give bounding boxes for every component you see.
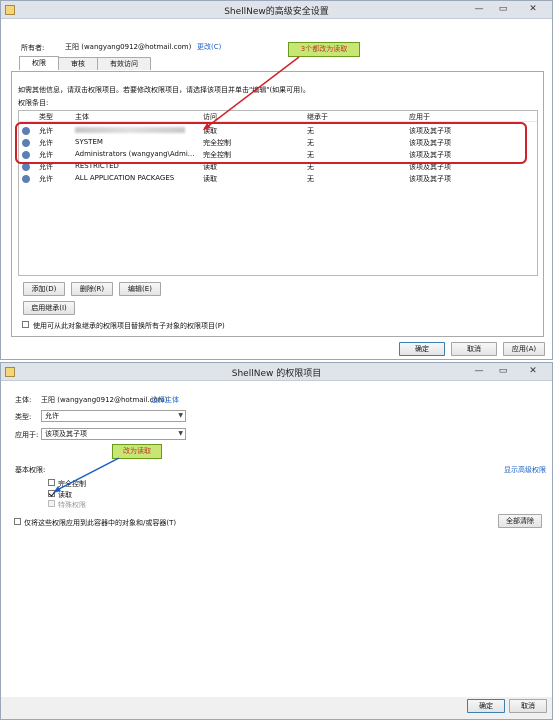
owner-change-link[interactable]: 更改(C) bbox=[197, 42, 221, 52]
col-access[interactable]: 访问 bbox=[203, 112, 217, 122]
read-checkbox[interactable] bbox=[48, 490, 55, 497]
col-applies-to[interactable]: 应用于 bbox=[409, 112, 430, 122]
basic-permissions-label: 基本权限: bbox=[15, 466, 46, 474]
table-row[interactable]: 允许 ALL APPLICATION PACKAGES 读取 无 该项及其子项 bbox=[19, 173, 537, 185]
annotation-callout: 改为读取 bbox=[112, 444, 162, 459]
row-access: 读取 bbox=[203, 175, 217, 183]
close-icon[interactable]: ✕ bbox=[520, 3, 546, 15]
advanced-security-window: ShellNew的高级安全设置 — ▭ ✕ 所有者: 王阳 (wangyang0… bbox=[0, 0, 553, 360]
row-type: 允许 bbox=[39, 175, 53, 183]
window-title: ShellNew 的权限项目 bbox=[231, 369, 322, 379]
tab-effective-access[interactable]: 有效访问 bbox=[97, 57, 151, 70]
row-principal: ALL APPLICATION PACKAGES bbox=[75, 174, 175, 182]
table-header: 类型 主体 访问 继承于 应用于 bbox=[19, 111, 537, 122]
tab-permissions[interactable]: 权限 bbox=[19, 56, 59, 70]
special-permissions-checkbox bbox=[48, 500, 55, 507]
close-icon[interactable]: ✕ bbox=[520, 365, 546, 377]
chevron-down-icon: ▼ bbox=[178, 430, 183, 437]
tab-auditing[interactable]: 审核 bbox=[58, 57, 98, 70]
cancel-button[interactable]: 取消 bbox=[451, 342, 497, 356]
owner-label: 所有者: bbox=[21, 44, 45, 52]
window-title: ShellNew的高级安全设置 bbox=[224, 7, 329, 17]
annotation-callout: 3个都改为读取 bbox=[288, 42, 360, 57]
col-principal[interactable]: 主体 bbox=[75, 112, 89, 122]
full-control-checkbox[interactable] bbox=[48, 479, 55, 486]
edit-button[interactable]: 编辑(E) bbox=[119, 282, 161, 296]
maximize-icon[interactable]: ▭ bbox=[496, 365, 510, 377]
read-label: 读取 bbox=[58, 491, 72, 499]
applies-to-select[interactable]: 该项及其子项 ▼ bbox=[41, 428, 186, 440]
type-select-value: 允许 bbox=[45, 412, 59, 420]
clear-all-button[interactable]: 全部清除 bbox=[498, 514, 542, 528]
group-icon bbox=[22, 163, 30, 171]
tab-bar: 权限 审核 有效访问 bbox=[19, 56, 151, 70]
only-apply-label: 仅将这些权限应用到此容器中的对象和/或容器(T) bbox=[24, 519, 177, 527]
full-control-label: 完全控制 bbox=[58, 480, 86, 488]
replace-child-label: 使用可从此对象继承的权限项目替换所有子对象的权限项目(P) bbox=[33, 322, 225, 330]
add-button[interactable]: 添加(D) bbox=[23, 282, 65, 296]
select-principal-link[interactable]: 选择主体 bbox=[151, 395, 179, 405]
chevron-down-icon: ▼ bbox=[178, 412, 183, 419]
window-titlebar[interactable]: ShellNew 的权限项目 — ▭ ✕ bbox=[1, 363, 552, 381]
type-select[interactable]: 允许 ▼ bbox=[41, 410, 186, 422]
minimize-icon[interactable]: — bbox=[472, 3, 486, 15]
replace-child-checkbox[interactable] bbox=[22, 321, 29, 328]
apply-button[interactable]: 应用(A) bbox=[503, 342, 545, 356]
principal-value: 王阳 (wangyang0912@hotmail.com) bbox=[41, 396, 168, 404]
type-label: 类型: bbox=[15, 413, 32, 421]
row-applies: 该项及其子项 bbox=[409, 175, 451, 183]
applies-to-select-value: 该项及其子项 bbox=[45, 430, 87, 438]
minimize-icon[interactable]: — bbox=[472, 365, 486, 377]
remove-button[interactable]: 删除(R) bbox=[71, 282, 113, 296]
enable-inheritance-button[interactable]: 启用继承(I) bbox=[23, 301, 75, 315]
window-titlebar[interactable]: ShellNew的高级安全设置 — ▭ ✕ bbox=[1, 1, 552, 19]
highlight-outline bbox=[15, 122, 527, 164]
ok-button[interactable]: 确定 bbox=[399, 342, 445, 356]
info-text: 如需其他信息，请双击权限项目。若要修改权限项目，请选择该项目并单击"编辑"(如果… bbox=[18, 86, 310, 94]
maximize-icon[interactable]: ▭ bbox=[496, 3, 510, 15]
col-type[interactable]: 类型 bbox=[39, 112, 53, 122]
cancel-button[interactable]: 取消 bbox=[509, 699, 547, 713]
special-permissions-label: 特殊权限 bbox=[58, 501, 86, 509]
group-icon bbox=[22, 175, 30, 183]
applies-to-label: 应用于: bbox=[15, 431, 39, 439]
entries-label: 权限条目: bbox=[18, 99, 49, 107]
owner-value: 王阳 (wangyang0912@hotmail.com) bbox=[65, 43, 192, 51]
only-apply-checkbox[interactable] bbox=[14, 518, 21, 525]
ok-button[interactable]: 确定 bbox=[467, 699, 505, 713]
row-inherited: 无 bbox=[307, 175, 314, 183]
col-inherited-from[interactable]: 继承于 bbox=[307, 112, 328, 122]
show-advanced-link[interactable]: 显示高级权限 bbox=[504, 465, 546, 475]
principal-label: 主体: bbox=[15, 396, 32, 404]
permission-entry-window: ShellNew 的权限项目 — ▭ ✕ 主体: 王阳 (wangyang091… bbox=[0, 362, 553, 720]
